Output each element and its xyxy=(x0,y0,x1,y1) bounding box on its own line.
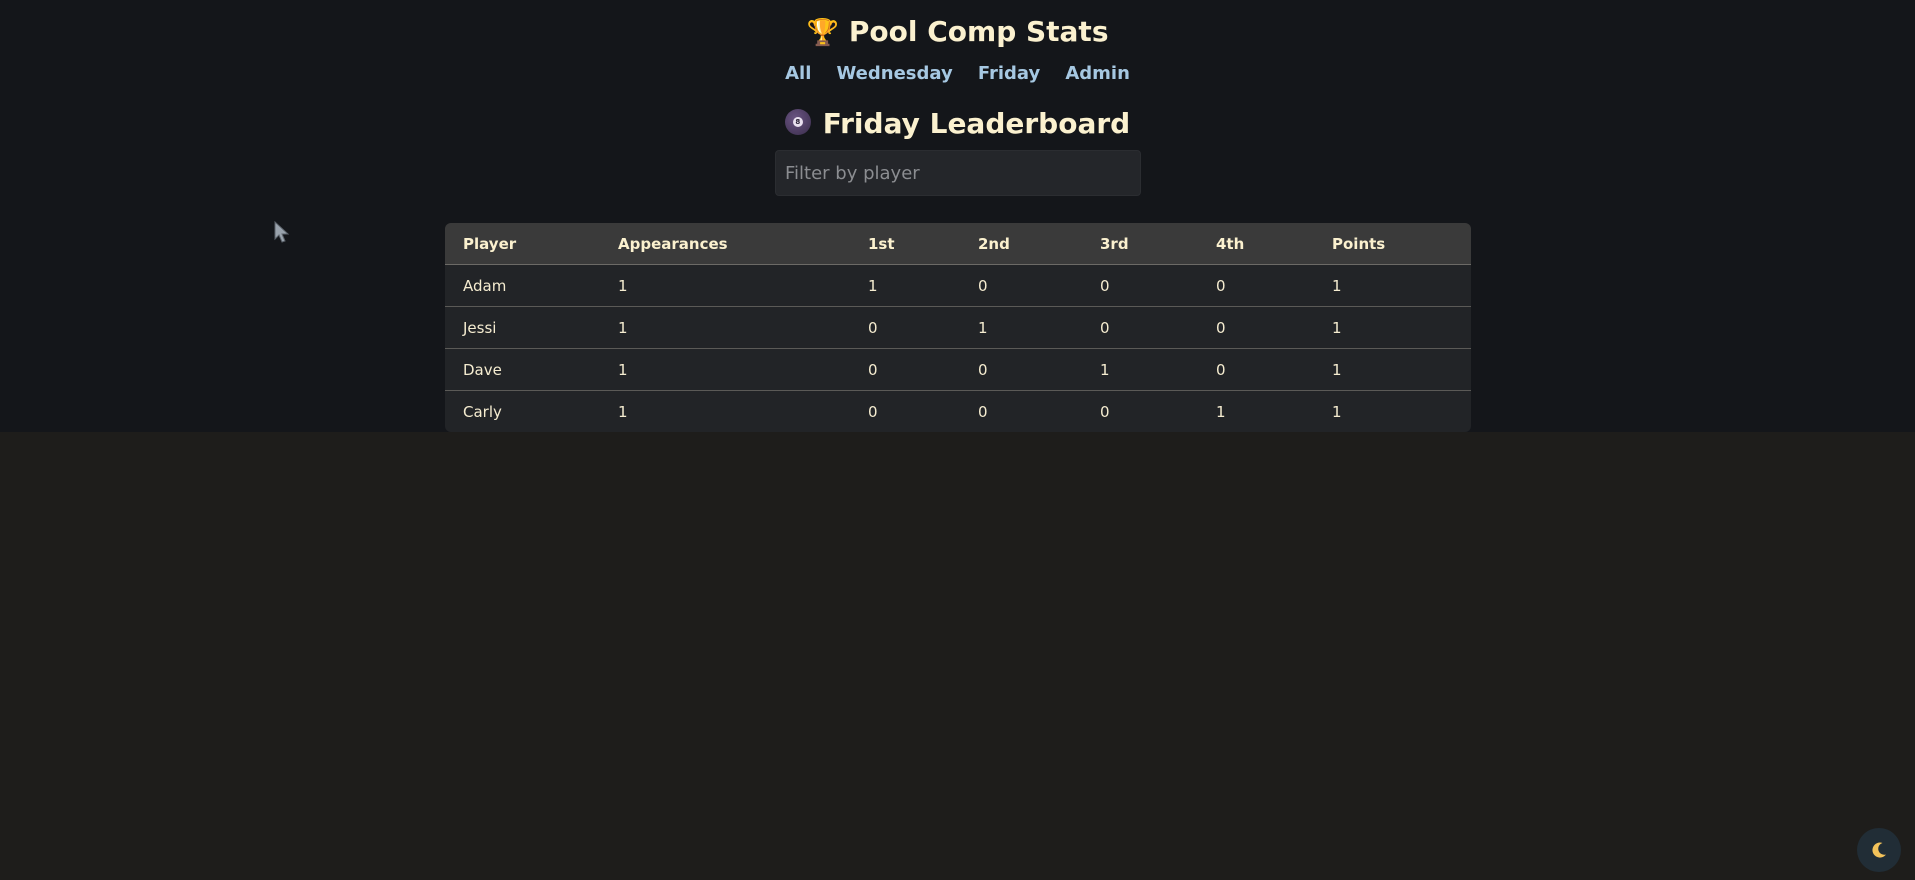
column-header-4th[interactable]: 4th xyxy=(1198,223,1314,265)
cell-4th: 0 xyxy=(1198,306,1314,349)
table-row: Jessi 1 0 1 0 0 1 xyxy=(445,306,1471,349)
mouse-cursor-icon xyxy=(274,221,290,243)
main-content-area: 🏆 Pool Comp Stats All Wednesday Friday Ad… xyxy=(0,0,1915,432)
nav-link-friday[interactable]: Friday xyxy=(978,60,1040,88)
nav-link-wednesday[interactable]: Wednesday xyxy=(836,60,952,88)
main-nav: All Wednesday Friday Admin xyxy=(0,60,1915,88)
cell-2nd: 0 xyxy=(960,348,1082,391)
nav-link-admin[interactable]: Admin xyxy=(1065,60,1130,88)
cell-player: Carly xyxy=(463,402,502,421)
eight-ball-icon: 8 xyxy=(784,109,811,135)
cell-3rd: 0 xyxy=(1082,306,1198,349)
table-row: Carly 1 0 0 0 1 1 xyxy=(445,391,1471,433)
cell-3rd: 1 xyxy=(1082,348,1198,391)
site-title: 🏆 Pool Comp Stats xyxy=(0,13,1915,52)
cell-points: 1 xyxy=(1314,306,1471,349)
trophy-icon: 🏆 xyxy=(806,18,839,48)
cell-1st: 0 xyxy=(850,306,960,349)
cell-1st: 0 xyxy=(850,348,960,391)
cell-1st: 1 xyxy=(850,264,960,307)
cell-points: 1 xyxy=(1314,348,1471,391)
column-header-points[interactable]: Points xyxy=(1314,223,1471,265)
column-header-appearances[interactable]: Appearances xyxy=(600,223,850,265)
cell-3rd: 0 xyxy=(1082,264,1198,307)
table-row: Dave 1 0 0 1 0 1 xyxy=(445,348,1471,391)
cell-player: Adam xyxy=(445,264,600,307)
leaderboard-title-text: Friday Leaderboard xyxy=(822,107,1131,140)
cell-appearances: 1 xyxy=(600,306,850,349)
moon-icon xyxy=(1872,842,1886,858)
site-title-text: Pool Comp Stats xyxy=(848,15,1109,48)
cell-4th: 0 xyxy=(1198,348,1314,391)
cell-points: 1 xyxy=(1314,264,1471,307)
cell-points: 1 xyxy=(1332,402,1342,421)
cell-player: Jessi xyxy=(445,306,600,349)
cell-2nd: 0 xyxy=(978,402,988,421)
cell-4th: 0 xyxy=(1198,264,1314,307)
cell-2nd: 1 xyxy=(960,306,1082,349)
cell-2nd: 0 xyxy=(960,264,1082,307)
nav-link-all[interactable]: All xyxy=(785,60,811,88)
table-header-row: Player Appearances 1st 2nd 3rd 4th Point… xyxy=(445,223,1471,265)
leaderboard-table: Player Appearances 1st 2nd 3rd 4th Point… xyxy=(445,223,1471,432)
cell-1st: 0 xyxy=(868,402,878,421)
table-row: Adam 1 1 0 0 0 1 xyxy=(445,264,1471,307)
column-header-2nd[interactable]: 2nd xyxy=(960,223,1082,265)
cell-3rd: 0 xyxy=(1100,402,1110,421)
cell-appearances: 1 xyxy=(618,402,628,421)
leaderboard-title: 8 Friday Leaderboard xyxy=(0,106,1915,142)
player-filter-input[interactable] xyxy=(775,150,1141,196)
column-header-3rd[interactable]: 3rd xyxy=(1082,223,1198,265)
theme-toggle-button[interactable] xyxy=(1857,828,1901,872)
cell-4th: 1 xyxy=(1216,402,1226,421)
cell-appearances: 1 xyxy=(600,264,850,307)
cell-appearances: 1 xyxy=(600,348,850,391)
column-header-player[interactable]: Player xyxy=(445,223,600,265)
column-header-1st[interactable]: 1st xyxy=(850,223,960,265)
cell-player: Dave xyxy=(445,348,600,391)
